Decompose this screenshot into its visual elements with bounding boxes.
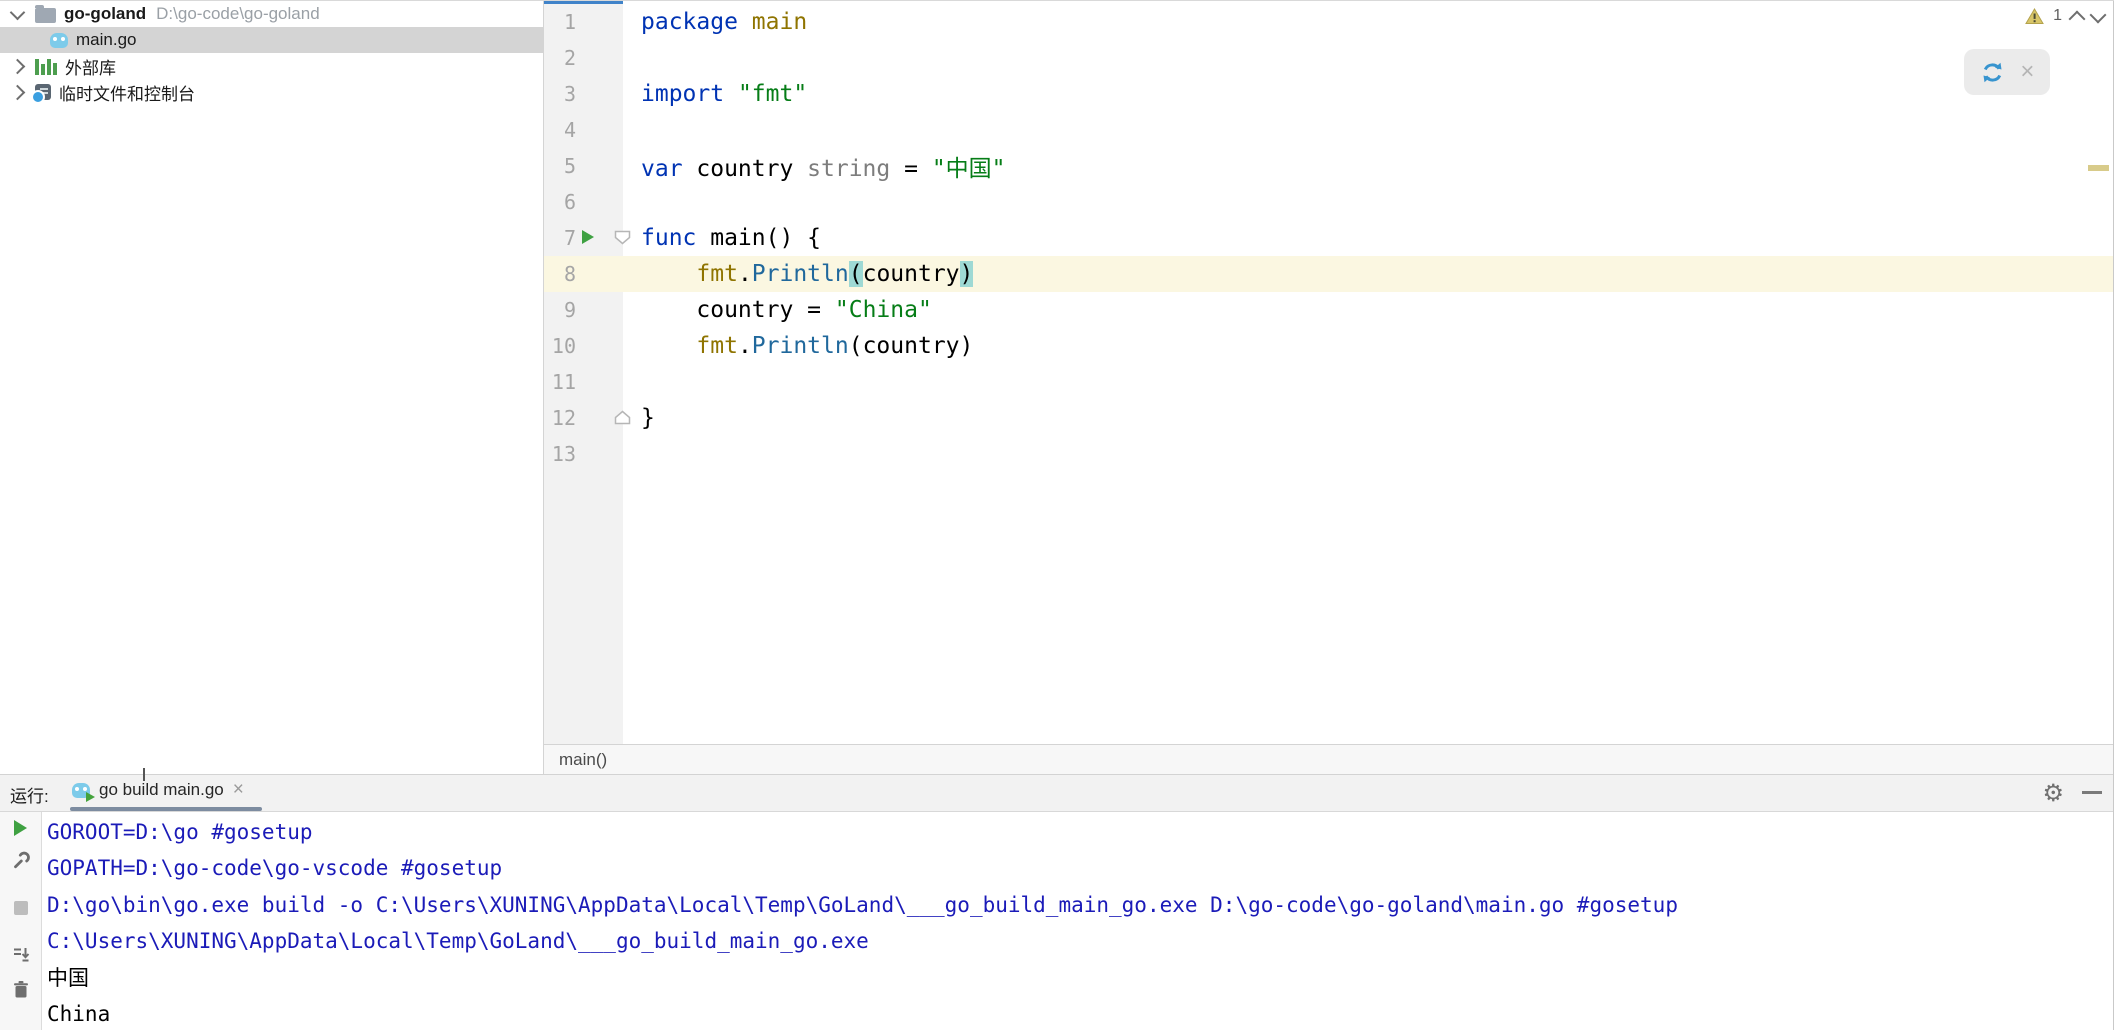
chevron-right-icon[interactable] bbox=[9, 84, 26, 100]
refresh-icon[interactable] bbox=[1980, 60, 2005, 85]
code-text: country = "China" bbox=[641, 297, 932, 323]
console-line: China bbox=[47, 1002, 111, 1027]
line-number[interactable]: 10 bbox=[544, 334, 576, 358]
code-text: fmt.Println(country) bbox=[696, 333, 974, 359]
tree-row-scratches[interactable]: 临时文件和控制台 bbox=[0, 79, 543, 105]
run-main-gutter-icon[interactable] bbox=[582, 230, 594, 244]
chevron-down-icon[interactable] bbox=[9, 4, 26, 20]
go-gopher-icon bbox=[50, 32, 68, 48]
code-line[interactable]: 10 fmt.Println(country) bbox=[544, 328, 2114, 364]
console-line: 中国 bbox=[47, 965, 89, 990]
main-go-label: main.go bbox=[76, 30, 137, 49]
external-libraries-label: 外部库 bbox=[65, 58, 116, 78]
text-cursor-artifact bbox=[143, 768, 145, 781]
code-text: import "fmt" bbox=[641, 81, 808, 107]
library-icon bbox=[35, 58, 57, 75]
inspection-count: 1 bbox=[2053, 7, 2062, 24]
editor-code-lines[interactable]: 1 package main 2 3 import "fmt" 4 5 var country… bbox=[544, 4, 2114, 472]
line-number[interactable]: 12 bbox=[544, 406, 576, 430]
selected-tab-underline bbox=[70, 807, 262, 811]
code-line[interactable]: 2 bbox=[544, 40, 2114, 76]
code-text: func main() { bbox=[641, 225, 822, 251]
line-number[interactable]: 7 bbox=[544, 226, 576, 250]
fold-marker-down[interactable] bbox=[614, 230, 631, 245]
minimize-icon[interactable] bbox=[2082, 791, 2102, 794]
code-line[interactable]: 1 package main bbox=[544, 4, 2114, 40]
previous-problem-icon[interactable] bbox=[2068, 10, 2086, 27]
stop-button[interactable] bbox=[13, 901, 28, 915]
code-text: fmt.Println(country) bbox=[696, 261, 974, 287]
run-panel-title: 运行: bbox=[10, 787, 49, 806]
line-number[interactable]: 11 bbox=[544, 370, 576, 394]
run-tab-label: go build main.go bbox=[99, 780, 224, 799]
warning-icon[interactable] bbox=[2025, 7, 2044, 25]
gear-icon[interactable]: ⚙ bbox=[2042, 777, 2064, 809]
close-icon[interactable]: × bbox=[2020, 60, 2034, 84]
line-number[interactable]: 2 bbox=[544, 46, 576, 70]
run-header: 运行: go build main.go × ⚙ bbox=[0, 768, 2114, 812]
inspection-widget: 1 bbox=[2025, 6, 2107, 27]
line-number[interactable]: 3 bbox=[544, 82, 576, 106]
code-text: package main bbox=[641, 9, 808, 35]
console-line: C:\Users\XUNING\AppData\Local\Temp\GoLan… bbox=[47, 929, 869, 954]
project-root-path: D:\go-code\go-goland bbox=[156, 4, 320, 23]
code-line[interactable]: 11 bbox=[544, 364, 2114, 400]
project-panel: go-goland D:\go-code\go-goland main.go 外… bbox=[0, 1, 543, 774]
breadcrumb[interactable]: main() bbox=[543, 744, 2114, 774]
code-line[interactable]: 6 bbox=[544, 184, 2114, 220]
ide-window: go-goland D:\go-code\go-goland main.go 外… bbox=[0, 0, 2114, 1030]
run-console-output[interactable]: GOROOT=D:\go #gosetup GOPATH=D:\go-code\g… bbox=[42, 812, 2114, 1030]
run-toolbar bbox=[0, 812, 42, 1030]
project-root-label: go-goland bbox=[64, 4, 147, 23]
console-line: GOROOT=D:\go #gosetup bbox=[47, 820, 313, 844]
code-line[interactable]: 4 bbox=[544, 112, 2114, 148]
rerun-button[interactable] bbox=[14, 820, 27, 836]
code-line[interactable]: 8 fmt.Println(country) bbox=[544, 256, 2114, 292]
settings-wrench-icon[interactable] bbox=[11, 851, 31, 871]
line-number[interactable]: 13 bbox=[544, 442, 576, 466]
breadcrumb-main[interactable]: main() bbox=[559, 750, 607, 770]
console-line: D:\go\bin\go.exe build -o C:\Users\XUNIN… bbox=[47, 892, 1678, 917]
code-line[interactable]: 7 func main() { bbox=[544, 220, 2114, 256]
fold-marker-up[interactable] bbox=[614, 410, 631, 425]
chevron-right-icon[interactable] bbox=[9, 58, 26, 74]
code-line[interactable]: 9 country = "China" bbox=[544, 292, 2114, 328]
code-line[interactable]: 13 bbox=[544, 436, 2114, 472]
code-line[interactable]: 12} bbox=[544, 400, 2114, 436]
code-editor[interactable]: 1 package main 2 3 import "fmt" 4 5 var country… bbox=[543, 1, 2114, 744]
line-number[interactable]: 4 bbox=[544, 118, 576, 142]
floating-toolbar: × bbox=[1964, 49, 2050, 95]
next-problem-icon[interactable] bbox=[2089, 6, 2107, 24]
error-stripe-warning-mark[interactable] bbox=[2088, 165, 2109, 171]
scroll-to-end-icon[interactable] bbox=[11, 945, 31, 965]
line-number[interactable]: 5 bbox=[544, 154, 576, 178]
clear-console-trash-icon[interactable] bbox=[11, 980, 31, 1000]
run-body: GOROOT=D:\go #gosetup GOPATH=D:\go-code\g… bbox=[0, 812, 2114, 1030]
run-tab-go-build[interactable]: go build main.go × bbox=[72, 779, 244, 802]
close-tab-icon[interactable]: × bbox=[233, 779, 244, 801]
scratches-label: 临时文件和控制台 bbox=[59, 84, 195, 104]
folder-icon bbox=[35, 5, 56, 23]
code-line[interactable]: 3 import "fmt" bbox=[544, 76, 2114, 112]
line-number[interactable]: 1 bbox=[544, 10, 576, 34]
line-number[interactable]: 9 bbox=[544, 298, 576, 322]
run-tool-window: 运行: go build main.go × ⚙ GOROOT=D:\go #g… bbox=[0, 768, 2114, 1030]
tree-row-main-go[interactable]: main.go bbox=[0, 27, 543, 53]
tree-row-external-libraries[interactable]: 外部库 bbox=[0, 53, 543, 79]
go-run-icon bbox=[72, 782, 95, 802]
tree-row-project-root[interactable]: go-goland D:\go-code\go-goland bbox=[0, 1, 543, 27]
code-text: var country string = "中国" bbox=[641, 156, 1006, 182]
line-number[interactable]: 8 bbox=[544, 262, 576, 286]
code-line[interactable]: 5 var country string = "中国" bbox=[544, 148, 2114, 184]
console-line: GOPATH=D:\go-code\go-vscode #gosetup bbox=[47, 856, 503, 881]
line-number[interactable]: 6 bbox=[544, 190, 576, 214]
scratches-icon bbox=[31, 84, 51, 104]
